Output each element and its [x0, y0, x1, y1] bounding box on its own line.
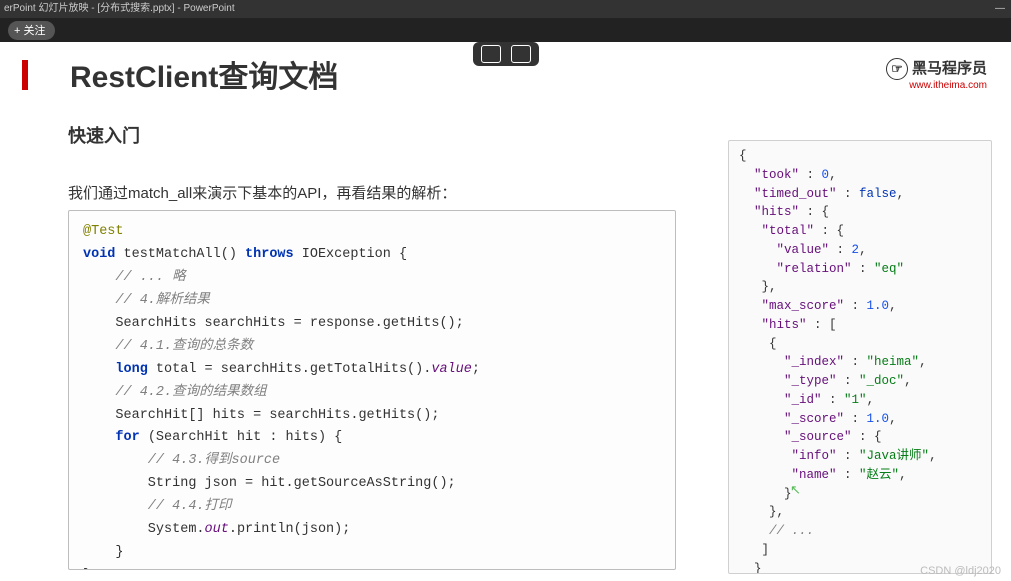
watermark: CSDN @ldj2020 — [920, 565, 1001, 577]
follow-button[interactable]: + 关注 — [8, 21, 55, 40]
horse-icon: ☞ — [886, 58, 908, 80]
title-accent — [22, 60, 28, 90]
brand-name: 黑马程序员 — [912, 61, 987, 78]
window-minimize[interactable]: — — [995, 0, 1011, 18]
subtitle-toggle-icon[interactable] — [481, 45, 501, 63]
window-titlebar: erPoint 幻灯片放映 - [分布式搜索.pptx] - PowerPoin… — [0, 0, 1011, 18]
java-code-block: @Test void testMatchAll() throws IOExcep… — [68, 210, 676, 570]
window-subbar: + 关注 — [0, 18, 1011, 42]
presenter-toolbar[interactable] — [473, 42, 539, 66]
json-result-block: { "took" : 0, "timed_out" : false, "hits… — [728, 140, 992, 574]
slide-subtitle: 快速入门 — [68, 122, 140, 148]
window-title: erPoint 幻灯片放映 - [分布式搜索.pptx] - PowerPoin… — [4, 0, 235, 18]
slide: RestClient查询文档 ☞ 黑马程序员 www.itheima.com 快… — [0, 42, 1011, 581]
camera-icon[interactable] — [511, 45, 531, 63]
brand-logo: ☞ 黑马程序员 www.itheima.com — [886, 58, 987, 91]
slide-lead: 我们通过match_all来演示下基本的API，再看结果的解析： — [68, 182, 456, 203]
cursor-icon: ↖ — [790, 482, 801, 498]
brand-url: www.itheima.com — [886, 80, 987, 91]
slide-title: RestClient查询文档 — [70, 52, 338, 96]
